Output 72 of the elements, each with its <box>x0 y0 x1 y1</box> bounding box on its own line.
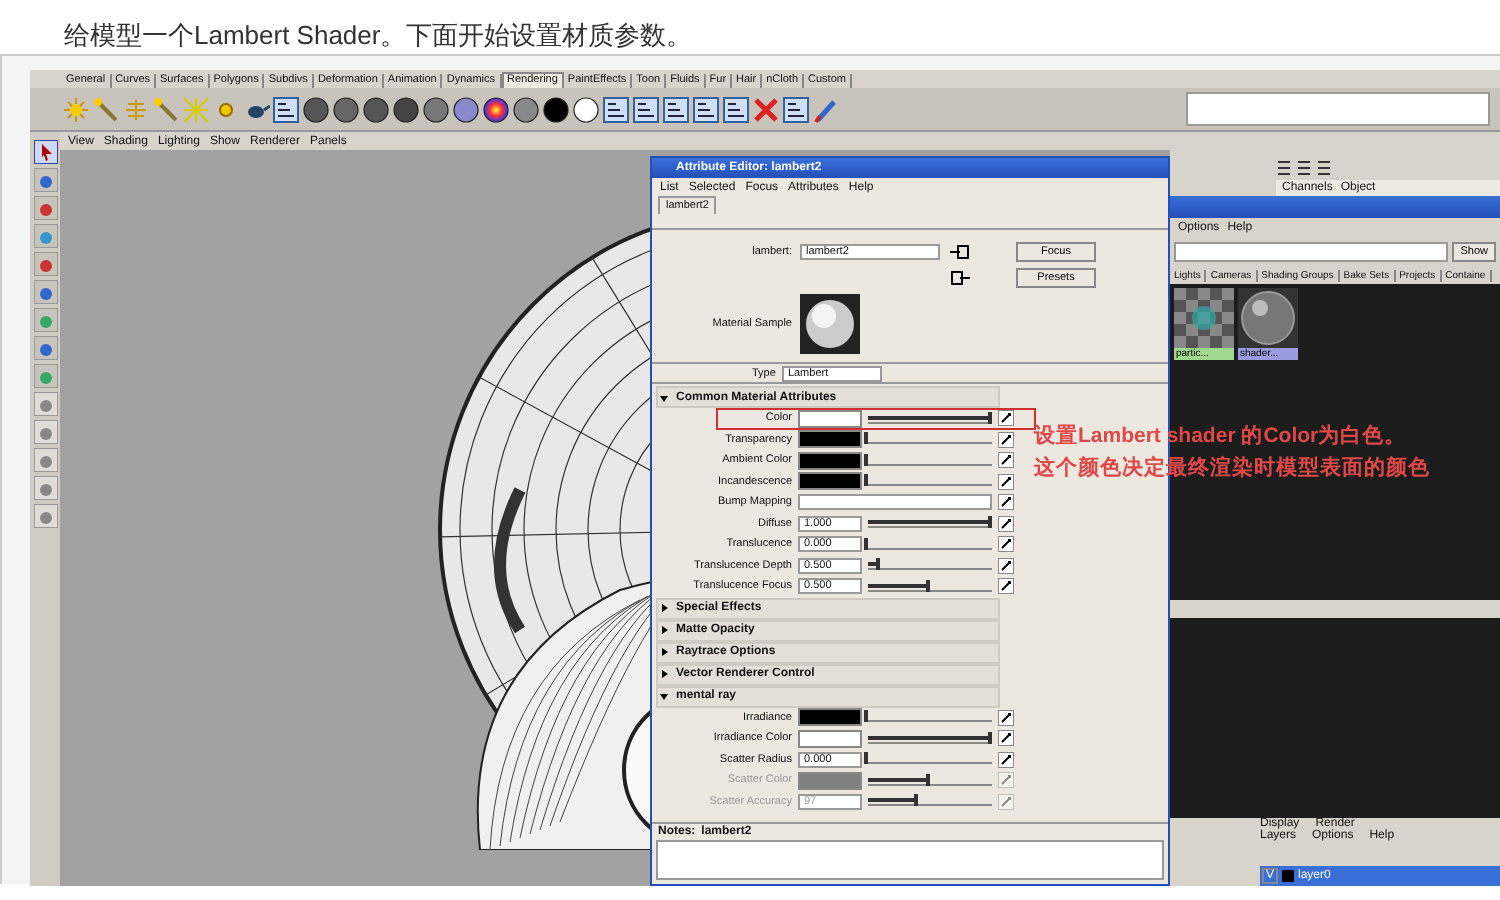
shader-sphere-icon[interactable] <box>362 95 390 123</box>
map-button-icon[interactable] <box>998 751 1014 768</box>
color-swatch[interactable] <box>798 729 862 748</box>
wand-icon[interactable] <box>152 95 180 123</box>
slider-handle[interactable] <box>876 558 881 571</box>
map-button-icon[interactable] <box>998 452 1014 469</box>
map-button-icon[interactable] <box>998 473 1014 490</box>
material-sample-sphere-icon <box>800 294 860 354</box>
shader-sphere-icon[interactable] <box>572 95 600 123</box>
channel-tool-icons[interactable] <box>1276 160 1336 177</box>
slider-handle[interactable] <box>988 516 992 529</box>
map-button-icon[interactable] <box>998 557 1014 574</box>
editor-window-icon[interactable] <box>692 95 720 123</box>
editor-window-icon[interactable] <box>632 95 660 123</box>
slider-handle[interactable] <box>864 752 868 765</box>
tool-icon[interactable] <box>33 196 57 220</box>
shader-sphere-swatch-icon[interactable] <box>1238 288 1298 349</box>
color-swatch[interactable] <box>798 430 862 449</box>
select-arrow-icon[interactable] <box>33 140 57 164</box>
slider-handle[interactable] <box>926 579 930 592</box>
editor-window-icon[interactable] <box>782 95 810 123</box>
color-swatch[interactable] <box>798 708 862 727</box>
color-swatch[interactable] <box>798 409 862 428</box>
tool-icon[interactable] <box>33 280 57 304</box>
editor-window-icon[interactable] <box>722 95 750 123</box>
tool-icon[interactable] <box>33 168 57 192</box>
tool-icon[interactable] <box>33 504 57 528</box>
star-icon[interactable] <box>182 95 210 123</box>
slider-handle[interactable] <box>988 411 992 424</box>
editor-window-icon[interactable] <box>272 95 300 123</box>
map-button-icon[interactable] <box>998 709 1014 726</box>
tool-icon[interactable] <box>33 476 57 500</box>
editor-window-icon[interactable] <box>602 95 630 123</box>
command-field[interactable] <box>1186 92 1490 126</box>
map-button-icon[interactable] <box>998 536 1014 553</box>
tool-icon[interactable] <box>33 252 57 276</box>
map-button-icon[interactable] <box>998 578 1014 595</box>
color-swatch[interactable] <box>798 472 862 491</box>
shader-sphere-icon[interactable] <box>482 95 510 123</box>
slider-handle[interactable] <box>988 731 992 744</box>
shader-sphere-icon[interactable] <box>332 95 360 123</box>
expand-triangle-icon[interactable] <box>658 391 670 403</box>
map-button-icon[interactable] <box>998 730 1014 747</box>
slider-handle[interactable] <box>864 453 868 466</box>
editor-window-icon[interactable] <box>662 95 690 123</box>
caption-text: 给模型一个Lambert Shader。下面开始设置材质参数。 <box>62 18 695 54</box>
slider-handle[interactable] <box>864 474 868 487</box>
tool-icon[interactable] <box>33 336 57 360</box>
shader-sphere-icon[interactable] <box>302 95 330 123</box>
tool-icon[interactable] <box>33 420 57 444</box>
slider-handle[interactable] <box>864 710 868 723</box>
shader-sphere-icon[interactable] <box>542 95 570 123</box>
checker-swatch-icon[interactable] <box>1174 288 1234 349</box>
shader-sphere-icon[interactable] <box>422 95 450 123</box>
shader-sphere-icon[interactable] <box>512 95 540 123</box>
map-button-icon[interactable] <box>998 494 1014 511</box>
color-swatch[interactable] <box>798 451 862 470</box>
map-field[interactable] <box>798 494 992 511</box>
tool-icon[interactable] <box>33 392 57 416</box>
map-button-icon[interactable] <box>998 515 1014 532</box>
wand-icon[interactable] <box>92 95 120 123</box>
input-connection-icon[interactable] <box>948 244 972 260</box>
notes-field[interactable] <box>656 840 1164 880</box>
shader-sphere-icon[interactable] <box>392 95 420 123</box>
tool-icon[interactable] <box>33 448 57 472</box>
map-button-icon[interactable] <box>998 431 1014 448</box>
shader-sphere-icon[interactable] <box>452 95 480 123</box>
slider-handle[interactable] <box>864 432 868 445</box>
filter-field[interactable] <box>1174 242 1449 263</box>
output-connection-icon[interactable] <box>948 270 972 286</box>
map-button-icon[interactable] <box>998 410 1014 427</box>
slider-handle[interactable] <box>864 537 868 550</box>
